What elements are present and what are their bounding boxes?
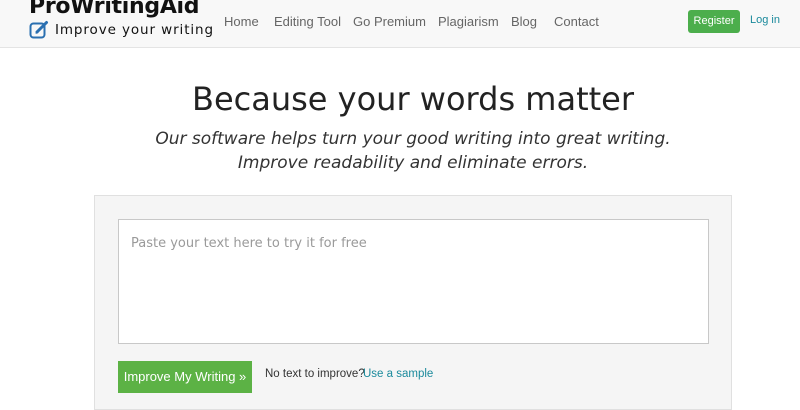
nav-contact[interactable]: Contact — [554, 14, 599, 29]
nav-editing-tool[interactable]: Editing Tool — [274, 14, 341, 29]
site-header: ProWritingAid Improve your writing Home … — [0, 0, 800, 48]
nav-go-premium[interactable]: Go Premium — [353, 14, 426, 29]
nav-plagiarism[interactable]: Plagiarism — [438, 14, 499, 29]
logo-wordmark[interactable]: ProWritingAid — [29, 0, 200, 19]
no-text-prompt: No text to improve? — [265, 368, 365, 380]
nav-home[interactable]: Home — [224, 14, 259, 29]
text-input-area[interactable] — [118, 219, 709, 344]
use-sample-link[interactable]: Use a sample — [363, 368, 433, 380]
hero-title: Because your words matter — [192, 80, 634, 118]
nav-blog[interactable]: Blog — [511, 14, 537, 29]
improve-writing-button[interactable]: Improve My Writing » — [118, 361, 252, 393]
register-button[interactable]: Register — [688, 10, 740, 33]
login-link[interactable]: Log in — [750, 14, 780, 26]
hero-subtitle-line2: Improve readability and eliminate errors… — [237, 153, 589, 173]
logo-tagline: Improve your writing — [55, 22, 214, 38]
hero-subtitle-line1: Our software helps turn your good writin… — [155, 129, 671, 149]
pencil-edit-icon — [29, 21, 48, 39]
